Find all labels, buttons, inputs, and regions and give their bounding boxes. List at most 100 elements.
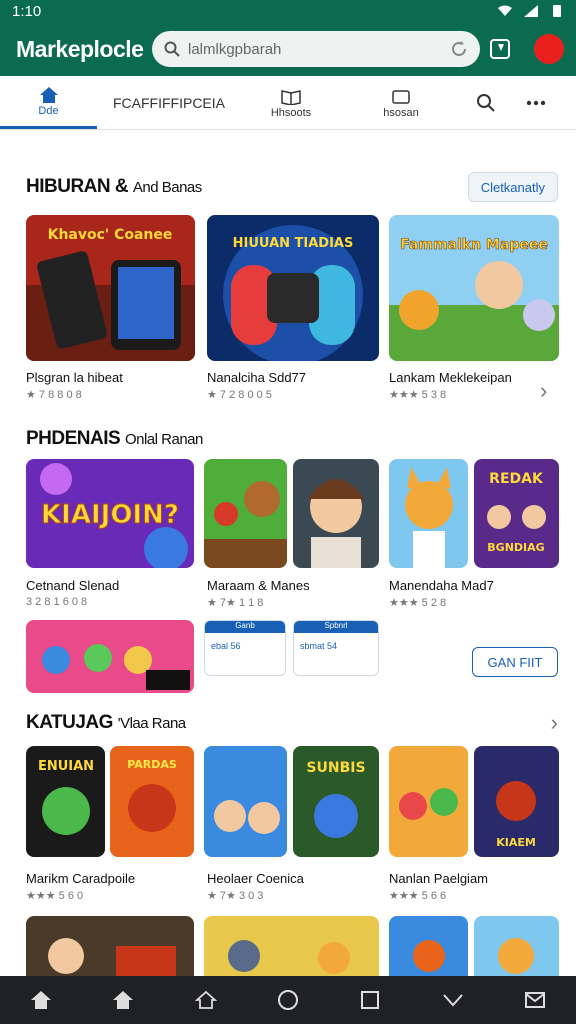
game-card[interactable] <box>204 746 287 857</box>
game-thumbnail <box>474 916 559 976</box>
game-card[interactable]: Fammalkn Mapeee <box>389 215 559 361</box>
search-bar[interactable]: lalmlkgpbarah <box>152 31 480 67</box>
art-title: PARDAS <box>127 758 177 771</box>
get-button[interactable]: GAN FIIT <box>472 647 558 677</box>
game-card[interactable]: KIAEM <box>474 746 559 857</box>
clock: 1:10 <box>12 2 42 20</box>
tab-categories-label: FCAFFIFFIPCEIA <box>113 94 225 111</box>
home-icon[interactable] <box>26 985 56 1015</box>
bottom-nav-bar <box>0 976 576 1024</box>
game-meta: Maraam & Manes ★ 7★ 1 1 8 <box>207 578 310 609</box>
game-thumbnail <box>26 916 194 976</box>
game-card[interactable] <box>474 916 559 976</box>
promo-card-header: Spbnrl <box>294 621 378 633</box>
game-card[interactable] <box>204 916 379 976</box>
promo-card[interactable]: Spbnrl sbmat 54 <box>293 620 379 676</box>
art-title: BGNDIAG <box>487 541 544 554</box>
art-title: KIAEM <box>496 836 536 849</box>
game-card[interactable] <box>204 459 287 568</box>
game-card[interactable] <box>389 459 468 568</box>
promo-card-body: ebal 56 <box>211 641 241 651</box>
game-meta: Nanlan Paelgiam ★★★ 5 6 6 <box>389 871 488 902</box>
promo-card[interactable]: Ganb ebal 56 <box>204 620 286 676</box>
chevron-right-icon[interactable]: › <box>551 710 558 736</box>
game-title: Maraam & Manes <box>207 578 310 593</box>
game-title: Manendaha Mad7 <box>389 578 494 593</box>
chevron-down-icon[interactable] <box>438 985 468 1015</box>
game-meta: Manendaha Mad7 ★★★ 5 2 8 <box>389 578 494 609</box>
game-card[interactable]: PARDAS <box>110 746 194 857</box>
tab-hot[interactable]: Hhsoots <box>241 76 341 129</box>
game-thumbnail <box>26 620 194 693</box>
game-title: Marikm Caradpoile <box>26 871 136 886</box>
chevron-right-icon[interactable]: › <box>540 378 547 404</box>
game-card[interactable] <box>389 916 468 976</box>
promo-card-header: Ganb <box>205 621 285 633</box>
game-rating: ★★★ 5 6 6 <box>389 890 447 902</box>
app-title: Markeplocle <box>16 35 144 62</box>
status-bar: 1:10 <box>0 0 576 22</box>
game-card[interactable]: Khavoc' Coanee <box>26 215 195 361</box>
see-all-button[interactable]: Cletkanatly <box>467 172 558 202</box>
game-thumbnail: Fammalkn Mapeee <box>389 215 559 361</box>
game-thumbnail: Khavoc' Coanee <box>26 215 195 361</box>
tab-categories[interactable]: FCAFFIFFIPCEIA <box>97 76 241 129</box>
game-thumbnail <box>204 916 379 976</box>
game-card[interactable]: HIUUAN TIADIAS <box>207 215 379 361</box>
art-title: KIAIJOIN? <box>41 500 179 530</box>
section-header: HIBURAN & And Banas Cletkanatly <box>26 172 558 202</box>
game-thumbnail <box>389 916 468 976</box>
home-icon <box>39 87 58 103</box>
game-meta: Marikm Caradpoile ★★★ 5 6 0 <box>26 871 135 902</box>
game-rating: ★★★ 5 6 0 <box>26 890 84 902</box>
download-icon[interactable] <box>490 39 510 59</box>
home-outline-icon[interactable] <box>191 985 221 1015</box>
game-card[interactable] <box>26 620 194 693</box>
avatar[interactable] <box>534 34 564 64</box>
tab-hot-label: Hhsoots <box>270 106 312 119</box>
game-thumbnail <box>204 459 287 568</box>
store-icon[interactable] <box>108 985 138 1015</box>
tab-home[interactable]: Dde <box>0 76 97 129</box>
game-thumbnail: KIAEM <box>474 746 559 857</box>
game-title: Plsgran la hibeat <box>26 370 123 385</box>
recents-button[interactable] <box>355 985 385 1015</box>
game-title: Nanalciha Sdd77 <box>207 370 307 385</box>
game-thumbnail: SUNBIS <box>293 746 379 857</box>
art-title: REDAK <box>489 471 544 487</box>
signal-icon <box>524 5 538 17</box>
mail-icon[interactable] <box>520 985 550 1015</box>
game-card[interactable]: SUNBIS <box>293 746 379 857</box>
section-title: KATUJAG 'Vlaa Rana <box>26 712 186 733</box>
game-card[interactable]: REDAK BGNDIAG <box>474 459 559 568</box>
art-title: HIUUAN TIADIAS <box>233 236 354 251</box>
more-menu-button[interactable] <box>511 76 561 129</box>
game-thumbnail <box>293 459 379 568</box>
circle-home-button[interactable] <box>273 985 303 1015</box>
game-thumbnail <box>389 746 468 857</box>
search-icon <box>477 93 495 112</box>
search-input[interactable]: lalmlkgpbarah <box>188 41 450 58</box>
game-card[interactable] <box>389 746 468 857</box>
section-title: HIBURAN & And Banas <box>26 176 202 197</box>
game-rating: ★★★ 5 3 8 <box>389 389 447 401</box>
game-rating: ★ 7 8 8 0 8 <box>26 389 82 401</box>
search-icon <box>164 41 180 57</box>
game-meta: Lankam Meklekeipan ★★★ 5 3 8 <box>389 370 512 401</box>
game-meta: Nanalciha Sdd77 ★ 7 2 8 0 0 5 <box>207 370 306 401</box>
game-thumbnail <box>389 459 468 568</box>
game-thumbnail: KIAIJOIN? <box>26 459 194 568</box>
tab-hosan[interactable]: hsosan <box>341 76 461 129</box>
art-title: SUNBIS <box>306 760 365 776</box>
tab-search[interactable] <box>461 76 511 129</box>
game-rating: ★★★ 5 2 8 <box>389 597 447 609</box>
game-card[interactable] <box>293 459 379 568</box>
game-title: Lankam Meklekeipan <box>389 370 512 385</box>
game-card[interactable]: KIAIJOIN? <box>26 459 194 568</box>
game-card[interactable]: ENUIAN <box>26 746 105 857</box>
tab-hosan-label: hsosan <box>383 106 419 119</box>
game-thumbnail: ENUIAN <box>26 746 105 857</box>
tab-home-label: Dde <box>38 105 59 117</box>
game-card[interactable] <box>26 916 194 976</box>
refresh-icon[interactable] <box>450 40 468 58</box>
